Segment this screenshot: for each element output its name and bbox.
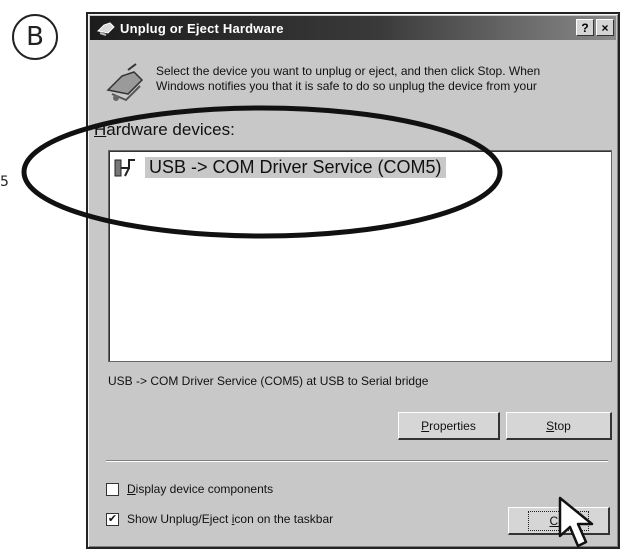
title-bar[interactable]: Unplug or Eject Hardware ? × [90,16,616,40]
display-components-row[interactable]: Display device components [106,482,273,496]
instructions-text: Select the device you want to unplug or … [156,64,541,93]
hardware-devices-label: Hardware devices: [94,120,235,139]
show-taskbar-icon-checkbox[interactable]: ✔ [106,512,119,526]
help-button[interactable]: ? [576,19,594,36]
window-title: Unplug or Eject Hardware [120,20,284,36]
step-badge: B [12,14,58,60]
list-item[interactable]: USB -> COM Driver Service (COM5) [113,155,446,179]
usb-device-icon [114,159,135,177]
hardware-icon [96,22,115,36]
separator [106,460,608,462]
hardware-icon [106,63,144,102]
stop-button[interactable]: Stop [506,412,612,440]
hardware-devices-list[interactable]: USB -> COM Driver Service (COM5) [108,150,612,362]
display-components-label: Display device components [127,482,274,496]
display-components-checkbox[interactable] [106,482,119,496]
close-window-button[interactable]: × [596,19,614,36]
device-description: USB -> COM Driver Service (COM5) at USB … [108,374,429,388]
mouse-cursor-icon [558,496,594,548]
properties-button[interactable]: Properties [398,412,500,440]
side-page-number: 5 [0,174,9,190]
show-taskbar-icon-row[interactable]: ✔ Show Unplug/Eject icon on the taskbar [106,512,333,526]
unplug-eject-dialog: Unplug or Eject Hardware ? × Select the … [86,12,620,549]
show-taskbar-icon-label: Show Unplug/Eject icon on the taskbar [127,512,334,526]
device-label: USB -> COM Driver Service (COM5) [145,156,446,178]
